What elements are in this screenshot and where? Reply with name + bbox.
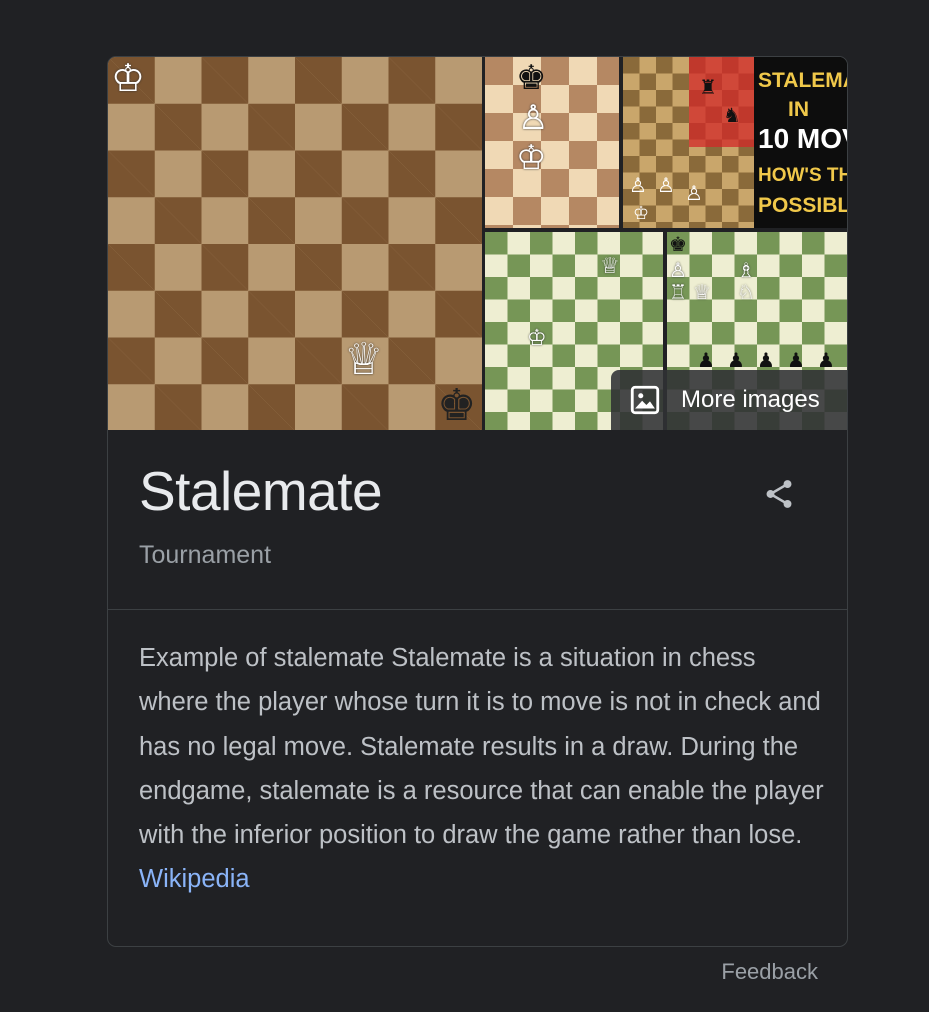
share-button[interactable]	[759, 474, 799, 514]
wikipedia-link[interactable]: Wikipedia	[139, 865, 250, 893]
white-queen-piece: ♕	[600, 254, 620, 279]
more-images-label: More images	[681, 386, 820, 413]
white-king-piece: ♔	[527, 326, 547, 351]
panel-title: Stalemate	[139, 460, 383, 522]
white-king-piece: ♔	[516, 138, 547, 178]
panel-subtitle: Tournament	[139, 541, 272, 569]
feedback-link[interactable]: Feedback	[721, 959, 818, 985]
image-gallery: ♔ ♕ ♚ ♚ ♙ ♔ ♙ ♙ ♙ ♜ ♞ ♔ STALEMATE IN	[108, 57, 847, 430]
panel-description: Example of stalemate Stalemate is a situ…	[139, 636, 829, 902]
share-icon	[766, 480, 792, 508]
white-queen-piece: ♕	[344, 334, 384, 385]
image-icon	[630, 385, 660, 415]
knowledge-panel: ♔ ♕ ♚ ♚ ♙ ♔ ♙ ♙ ♙ ♜ ♞ ♔ STALEMATE IN	[107, 56, 848, 947]
black-king-piece: ♚	[516, 58, 547, 98]
gallery-image-main[interactable]: ♔ ♕ ♚	[108, 57, 482, 430]
description-text: Example of stalemate Stalemate is a situ…	[139, 644, 824, 850]
more-images-button[interactable]: More images	[611, 370, 847, 430]
gallery-image-2[interactable]: ♚ ♙ ♔	[485, 57, 619, 228]
white-pawn-piece: ♙	[518, 98, 549, 138]
black-king-piece: ♚	[437, 380, 477, 430]
thumbnail-caption: STALEMATE IN 10 MOVES HOW'S THIS POSSIBL…	[754, 57, 847, 228]
gallery-image-3[interactable]: ♙ ♙ ♙ ♜ ♞ ♔ STALEMATE IN 10 MOVES HOW'S …	[623, 57, 847, 228]
white-king-piece: ♔	[111, 57, 146, 100]
section-divider	[108, 609, 847, 610]
